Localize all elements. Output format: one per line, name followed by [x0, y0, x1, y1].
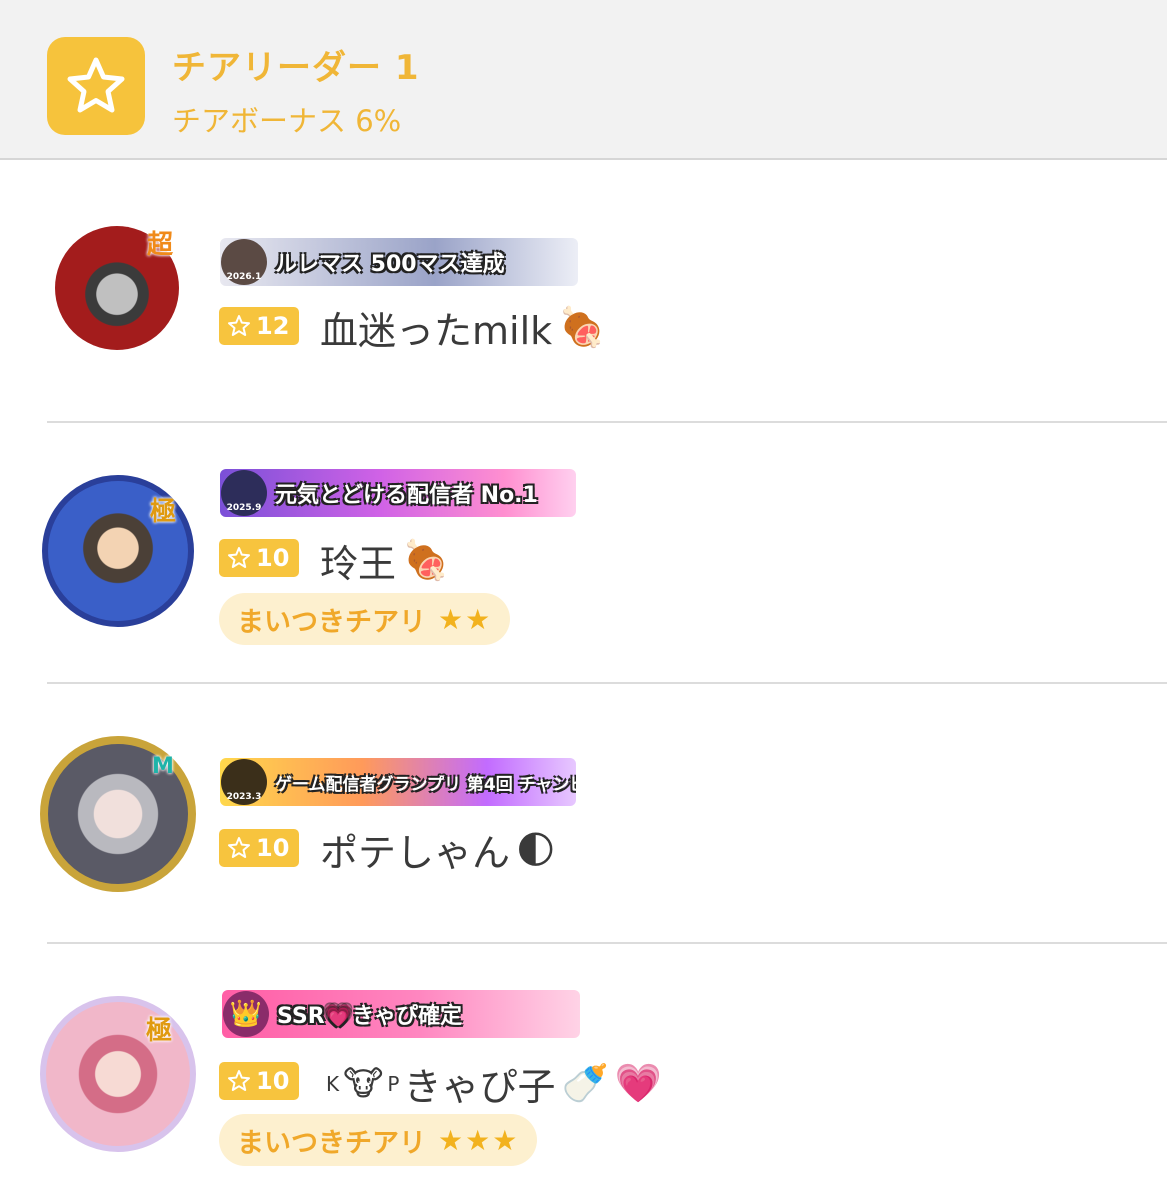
header-subtitle: チアボーナス 6%	[172, 104, 402, 138]
achievement-banner[interactable]: 2023.3 ゲーム配信者グランプリ 第4回 チャンピオン	[220, 758, 576, 806]
user-name[interactable]: K 🐮 P きゃぴ子 🍼 💗	[322, 1056, 662, 1111]
user-name[interactable]: ポテしゃん 🌓	[320, 822, 556, 877]
banner-text: SSR💗きゃぴ確定	[277, 1004, 463, 1029]
level-badge: 10	[219, 1062, 300, 1100]
crown-icon: 👑	[223, 991, 269, 1037]
user-name[interactable]: 血迷ったmilk 🍖	[320, 300, 605, 355]
cheer-list-item[interactable]: 超 2026.1 ルレマス 500マス達成 12 血迷ったmilk 🍖	[0, 162, 1167, 422]
avatar[interactable]: M	[40, 736, 196, 892]
monthly-cheer-tag: まいつきチアリ ★★★	[219, 1114, 538, 1166]
banner-emblem: 2023.3	[221, 759, 267, 805]
achievement-banner[interactable]: 👑 SSR💗きゃぴ確定	[222, 990, 580, 1038]
level-value: 10	[256, 1067, 290, 1095]
heart-icon: 💗	[614, 1061, 663, 1105]
level-value: 10	[256, 544, 290, 572]
achievement-banner[interactable]: 2025.9 元気とどける配信者 No.1	[220, 469, 576, 517]
level-value: 12	[256, 312, 290, 340]
cheerleader-header: チアリーダー 1 チアボーナス 6%	[0, 0, 1167, 160]
star-outline-icon	[228, 315, 250, 336]
monthly-cheer-tag: まいつきチアリ ★★	[219, 593, 511, 645]
avatar-rank-badge: M	[152, 754, 174, 779]
avatar[interactable]: 極	[40, 996, 196, 1152]
achievement-banner[interactable]: 2026.1 ルレマス 500マス達成	[220, 238, 578, 286]
banner-text: ルレマス 500マス達成	[275, 252, 505, 277]
level-value: 10	[256, 834, 290, 862]
meat-icon: 🍖	[558, 305, 606, 349]
level-badge: 10	[219, 539, 300, 577]
avatar-rank-badge: 極	[150, 497, 177, 527]
star-outline-icon	[228, 837, 250, 858]
cheer-stars: ★★	[438, 602, 493, 636]
baby-bottle-icon: 🍼	[561, 1061, 609, 1105]
avatar-image	[40, 996, 196, 1152]
cheer-stars: ★★★	[438, 1123, 520, 1157]
user-name[interactable]: 玲王 🍖	[320, 533, 449, 588]
banner-text: 元気とどける配信者 No.1	[275, 483, 538, 508]
avatar-rank-badge: 超	[147, 230, 174, 260]
cheer-list-item[interactable]: 極 👑 SSR💗きゃぴ確定 10 K 🐮 P きゃぴ子 🍼 💗 まいつきチアリ …	[0, 944, 1167, 1200]
level-badge: 10	[219, 829, 300, 867]
level-badge: 12	[219, 307, 300, 345]
cow-icon: 🐮	[343, 1063, 384, 1104]
cheer-list-item[interactable]: M 2023.3 ゲーム配信者グランプリ 第4回 チャンピオン 10 ポテしゃん…	[0, 684, 1167, 942]
banner-emblem: 2026.1	[221, 239, 267, 285]
avatar[interactable]: 超	[55, 226, 179, 350]
avatar[interactable]: 極	[42, 475, 194, 627]
cheer-list-item[interactable]: 極 2025.9 元気とどける配信者 No.1 10 玲王 🍖 まいつきチアリ …	[0, 423, 1167, 683]
star-icon	[47, 37, 145, 135]
star-outline-icon	[228, 547, 250, 568]
avatar-rank-badge: 極	[146, 1016, 173, 1046]
moon-icon: 🌓	[516, 827, 556, 872]
banner-text: ゲーム配信者グランプリ 第4回 チャンピオン	[275, 774, 576, 795]
header-title: チアリーダー 1	[172, 48, 420, 88]
meat-icon: 🍖	[402, 538, 450, 582]
star-outline-icon	[228, 1070, 250, 1091]
banner-emblem: 2025.9	[221, 470, 267, 516]
